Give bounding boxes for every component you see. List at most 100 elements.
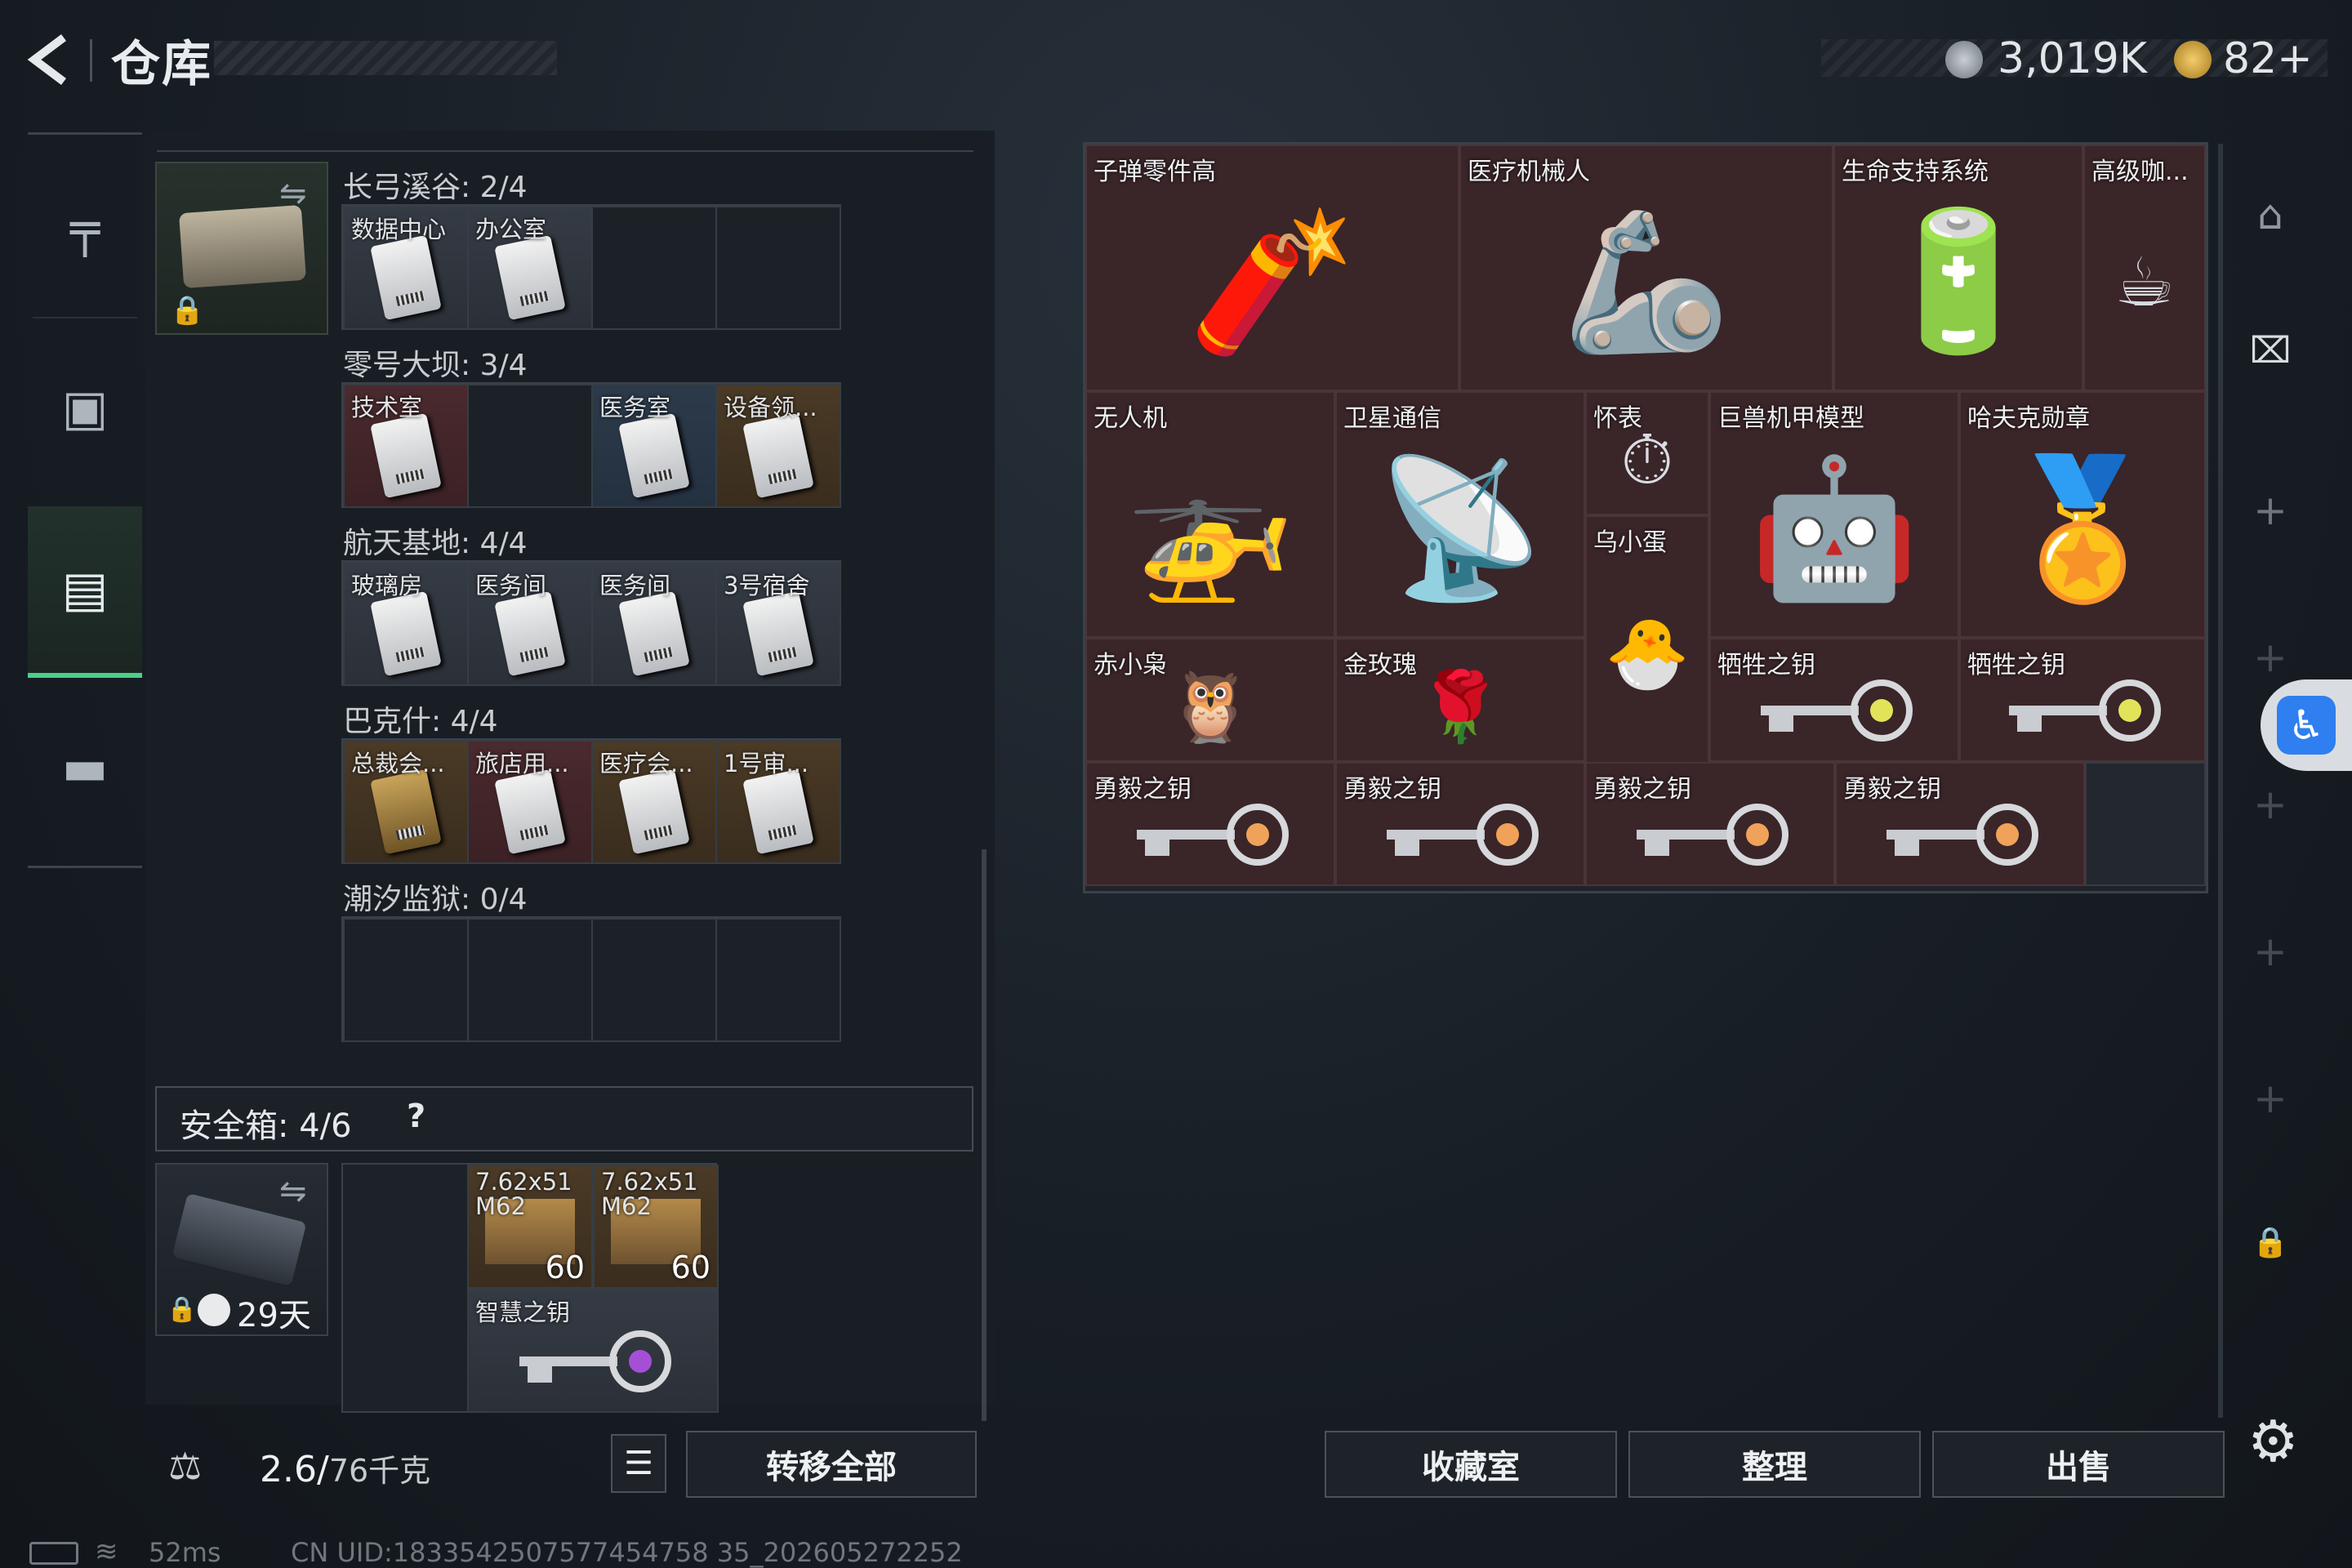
empty-slot[interactable]: [591, 206, 717, 330]
keycard-icon: [370, 412, 442, 499]
key-card-slot[interactable]: 设备领...: [715, 384, 841, 508]
key-card-slot[interactable]: 3号宿舍: [715, 562, 841, 686]
storage-tab-icon[interactable]: ⌂: [2238, 191, 2303, 238]
key-card-slot[interactable]: 1号审...: [715, 740, 841, 864]
stack-count: 60: [545, 1250, 585, 1285]
key-card-slot[interactable]: 数据中心: [343, 206, 469, 330]
empty-slot[interactable]: [715, 918, 841, 1042]
keycard-icon: [618, 590, 690, 677]
storage-item[interactable]: 勇毅之钥: [1585, 762, 1835, 886]
add-tab-3-icon[interactable]: +: [2238, 781, 2303, 828]
currency-gold[interactable]: 82+: [2223, 34, 2313, 83]
key-card-slot[interactable]: 医务室: [591, 384, 717, 508]
empty-slot[interactable]: [715, 206, 841, 330]
nav-weapon[interactable]: ╤: [28, 155, 142, 302]
empty-slot[interactable]: [2085, 762, 2206, 886]
key-icon: [1137, 803, 1289, 866]
gold-coin-icon: [2174, 41, 2212, 78]
camera-tab-icon[interactable]: ⌧: [2238, 330, 2303, 372]
item-label: 勇毅之钥: [1094, 775, 1192, 804]
empty-slot[interactable]: [467, 918, 593, 1042]
safe-box-slot[interactable]: ⇋ 🔒 29天: [155, 1163, 328, 1336]
key-card-slot[interactable]: 玻璃房: [343, 562, 469, 686]
storage-item[interactable]: 🤖 巨兽机甲模型: [1709, 391, 1959, 638]
key-card-slot[interactable]: 办公室: [467, 206, 593, 330]
lock-icon: 🔒: [2252, 1226, 2289, 1259]
key-slot-row: 数据中心 办公室: [341, 204, 841, 330]
transfer-all-button[interactable]: 转移全部: [686, 1431, 977, 1498]
storage-item[interactable]: 勇毅之钥: [1835, 762, 2085, 886]
scrollbar[interactable]: [982, 849, 987, 1421]
add-tab-2-icon[interactable]: +: [2238, 634, 2303, 681]
list-view-button[interactable]: ☰: [611, 1434, 666, 1493]
nav-briefcase[interactable]: ▬: [28, 694, 142, 841]
empty-slot[interactable]: [343, 918, 469, 1042]
add-tab-5-icon[interactable]: +: [2238, 1075, 2303, 1122]
storage-item[interactable]: 📡 卫星通信: [1335, 391, 1585, 638]
key-card-slot[interactable]: 旅店用...: [467, 740, 593, 864]
storage-item[interactable]: 🦾 医疗机械人: [1459, 145, 1833, 391]
storage-item[interactable]: 牺牲之钥: [1959, 638, 2206, 762]
add-tab-4-icon[interactable]: +: [2238, 928, 2303, 975]
key-card-label: 设备领...: [724, 394, 817, 421]
storage-item[interactable]: 🔋 生命支持系统: [1833, 145, 2083, 391]
storage-item[interactable]: 🐣 乌小蛋: [1585, 515, 1709, 764]
keycard-icon: [370, 768, 442, 855]
storage-item[interactable]: 勇毅之钥: [1335, 762, 1585, 886]
key-card-label: 办公室: [475, 216, 547, 243]
key-card-label: 3号宿舍: [724, 572, 810, 599]
storage-item[interactable]: 🦉 赤小枭: [1085, 638, 1335, 762]
key-icon: [1761, 679, 1913, 742]
help-icon[interactable]: ?: [407, 1098, 425, 1135]
storage-item[interactable]: 勇毅之钥: [1085, 762, 1335, 886]
gun-icon: ╤: [69, 200, 100, 257]
back-arrow-icon[interactable]: [23, 31, 80, 88]
key-icon: [1637, 803, 1788, 866]
key-card-label: 玻璃房: [351, 572, 423, 599]
sell-button[interactable]: 出售: [1932, 1431, 2225, 1498]
organize-button[interactable]: 整理: [1628, 1431, 1921, 1498]
item-label: 勇毅之钥: [1593, 775, 1691, 804]
storage-item[interactable]: 牺牲之钥: [1709, 638, 1959, 762]
keycard-icon: [742, 768, 814, 855]
item-image: 🔋: [1873, 203, 2043, 361]
accessibility-icon: ♿: [2277, 696, 2336, 755]
ammo-slot[interactable]: 7.62x51 M62 60: [467, 1165, 593, 1289]
key-card-slot[interactable]: 医疗会...: [591, 740, 717, 864]
key-card-label: 医务室: [599, 394, 671, 421]
swap-icon[interactable]: ⇋: [279, 1173, 307, 1210]
collection-room-button[interactable]: 收藏室: [1325, 1431, 1617, 1498]
wisdom-key-slot[interactable]: 智慧之钥: [467, 1289, 719, 1413]
key-card-slot[interactable]: 总裁会...: [343, 740, 469, 864]
nav-vest[interactable]: ▤: [28, 506, 142, 678]
lock-icon: 🔒: [167, 1295, 198, 1324]
storage-item[interactable]: 🧨 子弹零件高: [1085, 145, 1459, 391]
settings-gear-icon[interactable]: ⚙: [2247, 1408, 2299, 1475]
storage-item[interactable]: 🏅 哈夫克勋章: [1959, 391, 2206, 638]
nav-backpack[interactable]: ▣: [28, 335, 142, 482]
item-image: 🚁: [1125, 449, 1295, 608]
add-tab-1-icon[interactable]: +: [2238, 487, 2303, 534]
safe-box-label: 安全箱: 4/6: [180, 1107, 352, 1145]
storage-item[interactable]: 🌹 金玫瑰: [1335, 638, 1585, 762]
item-label: 牺牲之钥: [1717, 651, 1815, 679]
page-title: 仓库: [111, 36, 212, 93]
key-card-slot[interactable]: 医务间: [591, 562, 717, 686]
key-card-slot[interactable]: 医务间: [467, 562, 593, 686]
key-card-label: 1号审...: [724, 750, 809, 777]
swap-icon[interactable]: ⇋: [279, 175, 307, 212]
key-card-slot[interactable]: 技术室: [343, 384, 469, 508]
key-slot-row: 技术室 医务室 设备领...: [341, 382, 841, 508]
key-wallet-slot[interactable]: ⇋ 🔒: [155, 162, 328, 335]
accessibility-tab[interactable]: ♿: [2261, 679, 2352, 771]
storage-item[interactable]: 🚁 无人机: [1085, 391, 1335, 638]
lock-icon: 🔒: [170, 294, 205, 327]
storage-item[interactable]: ⏱ 怀表: [1585, 391, 1709, 515]
keycard-icon: [618, 768, 690, 855]
safe-box-grid: 7.62x51 M62 60 7.62x51 M62 60 智慧之钥: [341, 1163, 719, 1413]
empty-slot[interactable]: [467, 384, 593, 508]
storage-item[interactable]: ☕ 高级咖...: [2083, 145, 2206, 391]
empty-slot[interactable]: [591, 918, 717, 1042]
keycard-icon: [494, 234, 566, 321]
ammo-slot[interactable]: 7.62x51 M62 60: [593, 1165, 719, 1289]
